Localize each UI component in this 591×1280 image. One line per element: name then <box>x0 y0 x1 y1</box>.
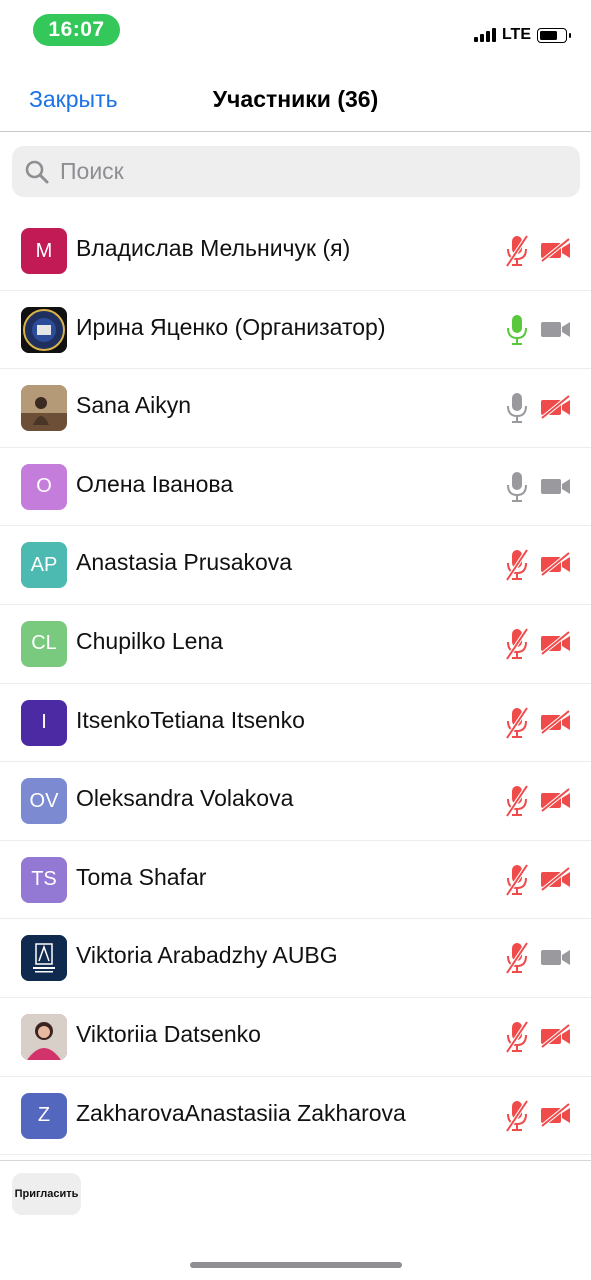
participant-name: Олена Іванова <box>76 470 234 497</box>
camera-icon[interactable] <box>540 474 571 498</box>
network-label: LTE <box>501 26 531 43</box>
close-button[interactable]: Закрыть <box>29 86 118 113</box>
camera-off-icon[interactable] <box>540 1023 571 1049</box>
participant-row[interactable]: OV Oleksandra Volakova <box>0 762 591 841</box>
participant-row[interactable]: Sana Aikyn <box>0 369 591 448</box>
participant-list[interactable]: M Владислав Мельничук (я) Ирина Яценко (Ор… <box>0 212 591 1156</box>
camera-icon[interactable] <box>540 317 571 341</box>
mic-muted-icon[interactable] <box>505 941 529 975</box>
camera-off-icon[interactable] <box>540 394 571 420</box>
participant-name: Oleksandra Volakova <box>76 785 294 812</box>
participant-name: Владислав Мельничук (я) <box>76 235 351 261</box>
mic-muted-icon[interactable] <box>505 627 529 661</box>
invite-button[interactable]: Пригласить <box>12 1173 81 1215</box>
avatar <box>21 306 67 353</box>
participant-row[interactable]: Viktoriia Datsenko <box>0 998 591 1077</box>
participant-name: Viktoria Arabadzhy AUBG <box>76 942 338 969</box>
camera-off-icon[interactable] <box>540 787 571 813</box>
participant-row[interactable]: O Олена Іванова <box>0 448 591 527</box>
avatar <box>21 1013 67 1060</box>
avatar: CL <box>21 620 67 667</box>
mic-muted-icon[interactable] <box>505 234 529 268</box>
participant-row[interactable]: Viktoria Arabadzhy AUBG <box>0 919 591 998</box>
avatar: I <box>21 699 67 746</box>
mic-muted-icon[interactable] <box>505 1099 529 1133</box>
camera-off-icon[interactable] <box>540 866 571 892</box>
camera-off-icon[interactable] <box>540 709 571 735</box>
avatar: OV <box>21 778 67 825</box>
camera-icon[interactable] <box>540 945 571 969</box>
status-bar: 16:07 LTE <box>0 0 591 60</box>
participant-name: Sana Aikyn <box>76 392 192 419</box>
status-indicators: LTE <box>473 25 571 45</box>
participant-name: Anastasia Prusakova <box>76 549 293 576</box>
participant-name: Viktoriia Datsenko <box>76 1020 261 1047</box>
participant-name: ZakharovaAnastasiia Zakharova <box>76 1099 406 1126</box>
microphone-icon[interactable] <box>505 313 529 347</box>
mic-muted-icon[interactable] <box>505 706 529 740</box>
participant-row[interactable]: CL Chupilko Lena <box>0 605 591 684</box>
mic-muted-icon[interactable] <box>505 1020 529 1054</box>
participant-row[interactable]: TS Toma Shafar <box>0 841 591 920</box>
mic-muted-icon[interactable] <box>505 548 529 582</box>
avatar <box>21 935 67 982</box>
avatar: O <box>21 463 67 510</box>
header: Участники (36) Закрыть <box>0 68 591 132</box>
home-indicator[interactable] <box>190 1262 402 1268</box>
mic-muted-icon[interactable] <box>505 784 529 818</box>
search-input[interactable] <box>58 157 542 186</box>
participant-row[interactable]: Ирина Яценко (Организатор) <box>0 291 591 370</box>
participant-name: Toma Shafar <box>76 863 207 890</box>
mic-muted-icon[interactable] <box>505 863 529 897</box>
microphone-icon[interactable] <box>505 391 529 425</box>
signal-icon <box>473 28 496 42</box>
avatar: Z <box>21 1092 67 1139</box>
camera-off-icon[interactable] <box>540 237 571 263</box>
avatar: M <box>21 228 67 274</box>
avatar: TS <box>21 856 67 903</box>
microphone-icon[interactable] <box>505 470 529 504</box>
camera-off-icon[interactable] <box>540 1101 571 1128</box>
camera-off-icon[interactable] <box>540 630 571 656</box>
search-icon <box>25 160 49 183</box>
battery-icon <box>537 27 571 43</box>
status-time: 16:07 <box>33 14 120 46</box>
camera-off-icon[interactable] <box>540 551 571 577</box>
participant-row[interactable]: M Владислав Мельничук (я) <box>0 212 591 291</box>
participant-row[interactable]: AP Anastasia Prusakova <box>0 526 591 605</box>
participant-row[interactable]: Z ZakharovaAnastasiia Zakharova <box>0 1077 591 1156</box>
avatar <box>21 385 67 432</box>
footer-divider <box>0 1160 591 1161</box>
participant-name: Chupilko Lena <box>76 627 224 654</box>
participant-name: Ирина Яценко (Организатор) <box>76 313 386 340</box>
participant-name: ItsenkoTetiana Itsenko <box>76 706 305 733</box>
avatar: AP <box>21 542 67 589</box>
participant-row[interactable]: I ItsenkoTetiana Itsenko <box>0 684 591 763</box>
search-bar[interactable] <box>12 146 580 197</box>
